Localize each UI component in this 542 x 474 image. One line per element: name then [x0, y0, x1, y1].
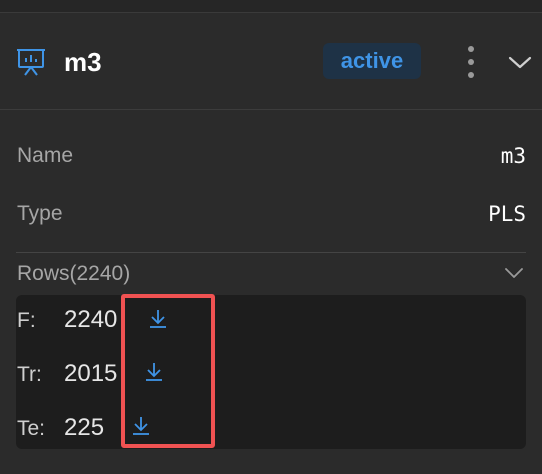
- kebab-menu-icon[interactable]: [461, 46, 481, 78]
- presentation-chart-icon: [17, 49, 45, 76]
- split-key: F:: [17, 309, 36, 332]
- rows-heading[interactable]: Rows(2240): [17, 262, 130, 286]
- split-row-full: F: 2240: [16, 299, 526, 339]
- name-label: Name: [17, 144, 74, 167]
- split-row-train: Tr: 2015: [16, 353, 526, 393]
- chevron-down-icon[interactable]: [506, 53, 534, 71]
- split-key: Te:: [17, 417, 46, 440]
- download-icon[interactable]: [147, 308, 169, 330]
- split-value: 2240: [64, 306, 118, 333]
- split-row-test: Te: 225: [16, 407, 526, 447]
- model-title: m3: [64, 47, 102, 77]
- name-value: m3: [500, 144, 526, 168]
- model-panel: m3 active Name m3 Type PLS Rows(2240) F:…: [0, 0, 542, 474]
- rows-split-panel: F: 2240 Tr: 2015 Te: 225: [16, 295, 526, 449]
- top-strip: [0, 0, 542, 13]
- download-icon[interactable]: [143, 361, 165, 383]
- chevron-down-icon[interactable]: [503, 266, 525, 280]
- download-icon[interactable]: [130, 415, 152, 437]
- type-value: PLS: [488, 202, 526, 226]
- model-header[interactable]: m3 active: [0, 13, 542, 110]
- split-value: 2015: [64, 360, 118, 387]
- type-label: Type: [17, 202, 63, 225]
- split-value: 225: [64, 414, 105, 441]
- split-key: Tr:: [17, 363, 42, 386]
- status-badge: active: [323, 43, 421, 79]
- section-divider: [16, 252, 526, 253]
